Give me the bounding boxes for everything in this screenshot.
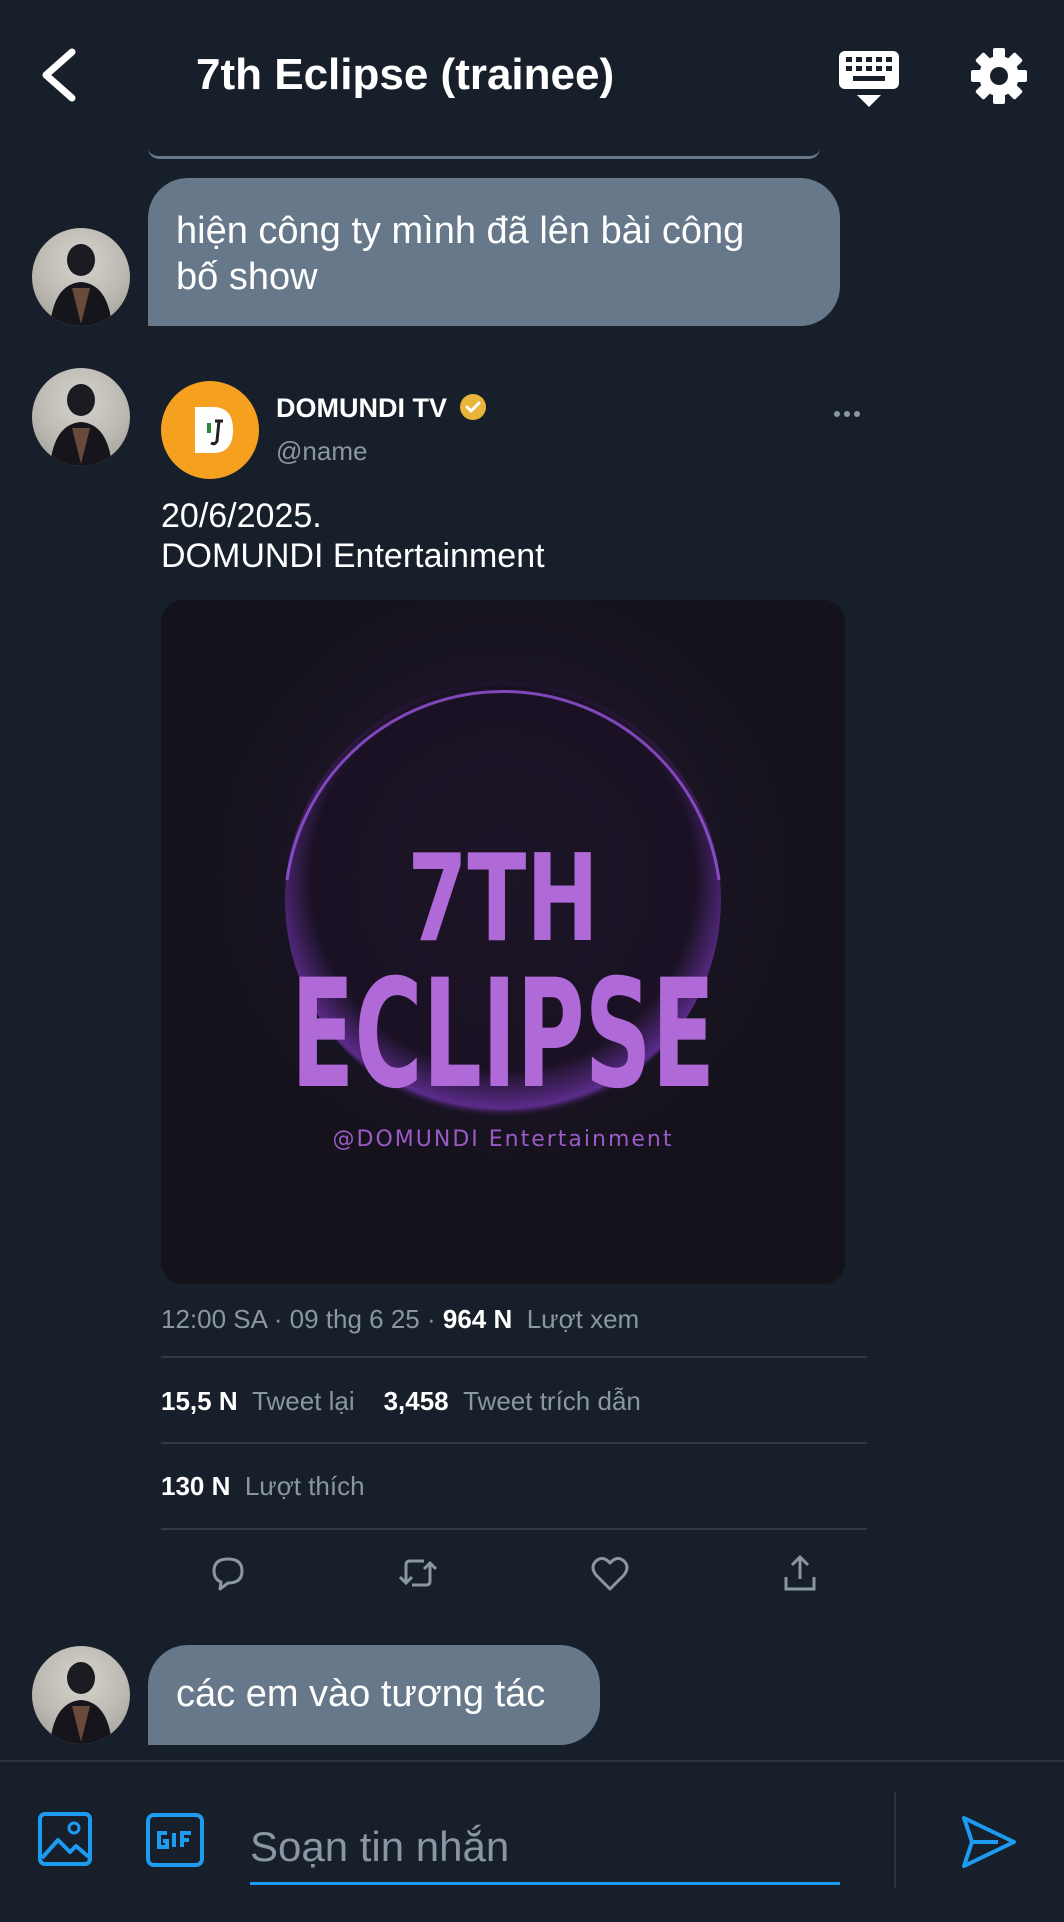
retweets-label: Tweet lại: [252, 1386, 355, 1416]
more-icon[interactable]: [832, 400, 862, 428]
like-icon: [591, 1556, 629, 1591]
avatar-photo: [50, 1662, 112, 1744]
quotes-label: Tweet trích dẫn: [463, 1386, 641, 1416]
conversation-header: 7th Eclipse (trainee): [0, 0, 1064, 150]
tweet-author-name[interactable]: DOMUNDI TV: [276, 393, 447, 424]
tweet-like-stats[interactable]: 130 N Lượt thích: [161, 1471, 365, 1502]
tweet-author-avatar[interactable]: [161, 381, 259, 479]
avatar[interactable]: [32, 1646, 130, 1744]
share-button[interactable]: [778, 1551, 822, 1595]
message-line: hiện công ty mình đã lên bài công: [176, 210, 745, 252]
previous-message-edge: [148, 148, 820, 159]
keyboard-toggle-button[interactable]: [835, 45, 903, 113]
reply-icon: [212, 1557, 244, 1591]
tweet-meta: 12:00 SA · 09 thg 6 25 · 964 N Lượt xem: [161, 1304, 639, 1335]
verified-badge-icon: [458, 392, 488, 422]
message-bubble: hiện công ty mình đã lên bài công bố sho…: [148, 178, 840, 326]
tweet-author-handle: @name: [276, 436, 368, 466]
avatar[interactable]: [32, 368, 130, 466]
back-button[interactable]: [30, 40, 100, 110]
domundi-logo: [195, 407, 233, 453]
add-image-button[interactable]: [36, 1810, 94, 1868]
image-icon: [38, 1812, 92, 1866]
likes-count: 130 N: [161, 1471, 231, 1501]
tweet-retweet-stats[interactable]: 15,5 N Tweet lại 3,458 Tweet trích dẫn: [161, 1386, 641, 1417]
share-icon: [784, 1554, 816, 1591]
quotes-count: 3,458: [383, 1386, 449, 1416]
tweet-text-line: DOMUNDI Entertainment: [161, 537, 545, 575]
add-gif-button[interactable]: [145, 1812, 205, 1868]
message-line: bố show: [176, 256, 318, 298]
message-bubble: các em vào tương tác: [148, 1645, 600, 1745]
conversation-title: 7th Eclipse (trainee): [196, 50, 615, 99]
image-credit: @DOMUNDI Entertainment: [333, 1127, 674, 1152]
views-count: 964 N: [442, 1304, 513, 1334]
keyboard-icon: [839, 51, 899, 107]
like-button[interactable]: [588, 1551, 632, 1595]
tweet-timestamp: 12:00 SA · 09 thg 6 25 ·: [161, 1304, 443, 1334]
tweet-text: 20/6/2025. DOMUNDI Entertainment: [161, 496, 545, 576]
divider: [161, 1356, 867, 1358]
send-icon: [962, 1816, 1016, 1868]
divider: [894, 1792, 896, 1888]
gear-icon: [971, 48, 1027, 104]
message-input[interactable]: [250, 1812, 840, 1885]
divider: [161, 1442, 867, 1444]
divider: [161, 1528, 867, 1530]
back-arrow-icon: [42, 48, 76, 102]
retweet-icon: [398, 1559, 438, 1587]
avatar[interactable]: [32, 228, 130, 326]
gif-icon: [146, 1813, 204, 1867]
image-title-line2: ECLIPSE: [291, 948, 715, 1122]
likes-label: Lượt thích: [244, 1471, 365, 1501]
retweet-button[interactable]: [396, 1551, 440, 1595]
avatar-photo: [50, 244, 112, 326]
send-button[interactable]: [958, 1812, 1018, 1872]
tweet-text-line: 20/6/2025.: [161, 497, 322, 535]
retweets-count: 15,5 N: [161, 1386, 238, 1416]
views-label: Lượt xem: [526, 1304, 640, 1334]
avatar-photo: [50, 384, 112, 466]
tweet-media-image[interactable]: 7TH ECLIPSE @DOMUNDI Entertainment: [161, 600, 845, 1284]
settings-button[interactable]: [968, 45, 1030, 107]
reply-button[interactable]: [206, 1551, 250, 1595]
